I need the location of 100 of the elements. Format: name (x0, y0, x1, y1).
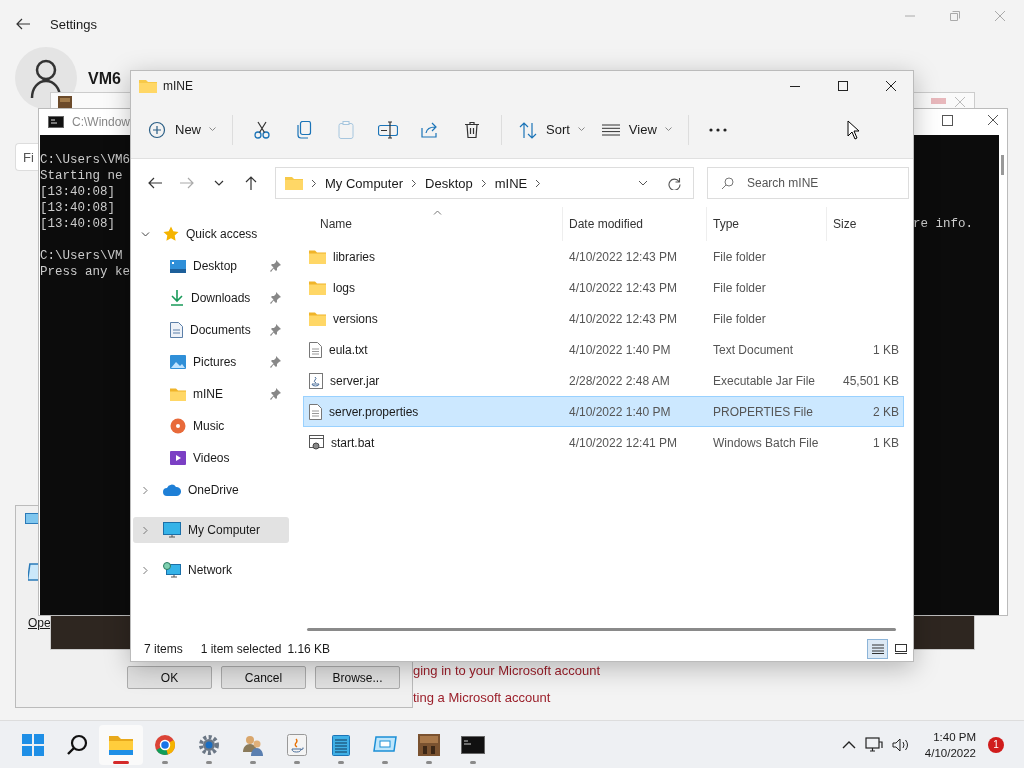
console-line: Press any ke (40, 264, 130, 280)
console-line: re info. (913, 216, 973, 232)
close-icon[interactable] (885, 80, 897, 92)
date-modified: 4/10/2022 12:43 PM (568, 249, 679, 264)
chevron-up-icon[interactable] (841, 740, 856, 749)
maximize-icon[interactable] (942, 115, 953, 126)
back-arrow-icon (148, 176, 162, 190)
browser-icon (153, 733, 177, 756)
share-icon (420, 120, 440, 139)
chevron-down-icon[interactable] (141, 229, 150, 239)
back-arrow-icon[interactable] (16, 18, 30, 30)
nav-item[interactable]: Downloads (133, 285, 289, 311)
file-type: Windows Batch File (712, 435, 820, 450)
nav-item[interactable]: Music (133, 413, 289, 439)
breadcrumb[interactable]: My Computer (325, 175, 404, 191)
sort-icon (518, 120, 538, 139)
nav-item[interactable]: Videos (133, 445, 289, 471)
coffee-cup-icon (285, 733, 309, 756)
file-row[interactable]: start.bat 4/10/2022 12:41 PM Windows Batch File 1 KB (303, 427, 904, 458)
details-view-button[interactable] (867, 638, 888, 659)
console-line: [13:40:08] (40, 216, 115, 232)
forward-arrow-icon (180, 176, 194, 190)
folder-icon (309, 280, 326, 295)
sort-button[interactable]: Sort (512, 111, 591, 148)
date-modified: 4/10/2022 12:43 PM (568, 280, 679, 295)
column-header[interactable]: Size (826, 207, 902, 241)
nav-item[interactable]: Network (133, 557, 289, 583)
selection-size: 1.16 KB (287, 641, 331, 656)
search-icon (65, 733, 89, 756)
date-modified: 4/10/2022 12:41 PM (568, 435, 679, 450)
account-name: VM6 (88, 70, 121, 88)
search-field[interactable]: Fi (15, 143, 38, 171)
dialog-button[interactable]: OK (127, 666, 212, 689)
file-name: versions (333, 311, 378, 326)
file-row[interactable]: eula.txt 4/10/2022 1:40 PM Text Document 1 KB (303, 334, 904, 365)
close-icon[interactable] (987, 114, 999, 126)
breadcrumb[interactable]: mINE (494, 175, 528, 191)
link[interactable]: ting a Microsoft account (413, 691, 551, 705)
file-size: 1 KB (872, 342, 900, 357)
file-type: PROPERTIES File (712, 404, 814, 419)
scrollbar[interactable] (307, 628, 896, 631)
file-row[interactable]: versions 4/10/2022 12:43 PM File folder (303, 303, 904, 334)
address-bar[interactable]: My Computer Desktop mINE (275, 167, 694, 199)
network-icon[interactable] (864, 736, 883, 753)
link[interactable]: ging in to your Microsoft account (413, 664, 601, 678)
list-icon (871, 643, 884, 654)
video-icon (170, 451, 186, 465)
notification-badge[interactable]: 1 (988, 736, 1004, 753)
file-row[interactable]: server.properties 4/10/2022 1:40 PM PROPERTIES File 2 KB (303, 396, 904, 427)
nav-item[interactable]: Desktop (133, 253, 289, 279)
nav-item[interactable]: OneDrive (133, 477, 289, 503)
console-line: C:\Users\VM6 (40, 152, 130, 168)
dialog-button[interactable]: Browse... (315, 666, 400, 689)
more-icon (708, 127, 727, 132)
window-title: mINE (163, 79, 193, 93)
console-line: [13:40:08] (40, 184, 115, 200)
file-row[interactable]: libraries 4/10/2022 12:43 PM File folder (303, 241, 904, 272)
file-type: Text Document (712, 342, 795, 357)
file-size: 1 KB (872, 435, 900, 450)
nav-item[interactable]: My Computer (133, 517, 289, 543)
gear-file-icon (309, 434, 324, 451)
file-row[interactable]: server.jar 2/28/2022 2:48 AM Executable Jar File 45,501 KB (303, 365, 904, 396)
column-header[interactable]: Type (706, 207, 826, 241)
cloud-icon (163, 484, 181, 496)
console-line: Starting ne (40, 168, 123, 184)
open-label: Ope (28, 617, 51, 630)
caret-icon (577, 127, 585, 132)
folder-icon (285, 176, 303, 190)
start-icon (21, 733, 45, 756)
network-icon (163, 562, 181, 578)
breadcrumb[interactable]: Desktop (425, 175, 473, 191)
nav-item[interactable]: mINE (133, 381, 289, 407)
scrollbar-thumb[interactable] (1001, 155, 1004, 175)
file-name: libraries (333, 249, 375, 264)
view-button[interactable]: View (594, 111, 678, 148)
terminal-icon (461, 733, 485, 756)
volume-icon[interactable] (891, 737, 910, 752)
column-header[interactable]: Date modified (562, 207, 706, 241)
chevron-right-icon (480, 178, 487, 188)
dialog-button[interactable]: Cancel (221, 666, 306, 689)
nav-item[interactable]: Quick access (133, 221, 289, 247)
trash-icon (462, 120, 482, 139)
file-name: logs (333, 280, 355, 295)
refresh-icon[interactable] (668, 176, 681, 190)
maximize-icon[interactable] (837, 80, 849, 92)
notepad-icon (329, 733, 353, 756)
chevron-right-icon (411, 178, 418, 188)
column-header[interactable]: Name (303, 207, 562, 241)
new-button[interactable]: New (141, 111, 222, 148)
nav-item[interactable]: Documents (133, 317, 289, 343)
date-modified: 4/10/2022 1:40 PM (568, 342, 672, 357)
nav-item[interactable]: Pictures (133, 349, 289, 375)
item-count: 7 items (144, 641, 183, 656)
clock[interactable]: 1:40 PM 4/10/2022 (924, 728, 976, 761)
file-name: server.properties (329, 404, 419, 419)
window-title: Settings (50, 17, 97, 32)
search-field[interactable]: Search mINE (707, 167, 909, 199)
picture-icon (170, 355, 186, 369)
console-icon (48, 116, 64, 128)
file-row[interactable]: logs 4/10/2022 12:43 PM File folder (303, 272, 904, 303)
